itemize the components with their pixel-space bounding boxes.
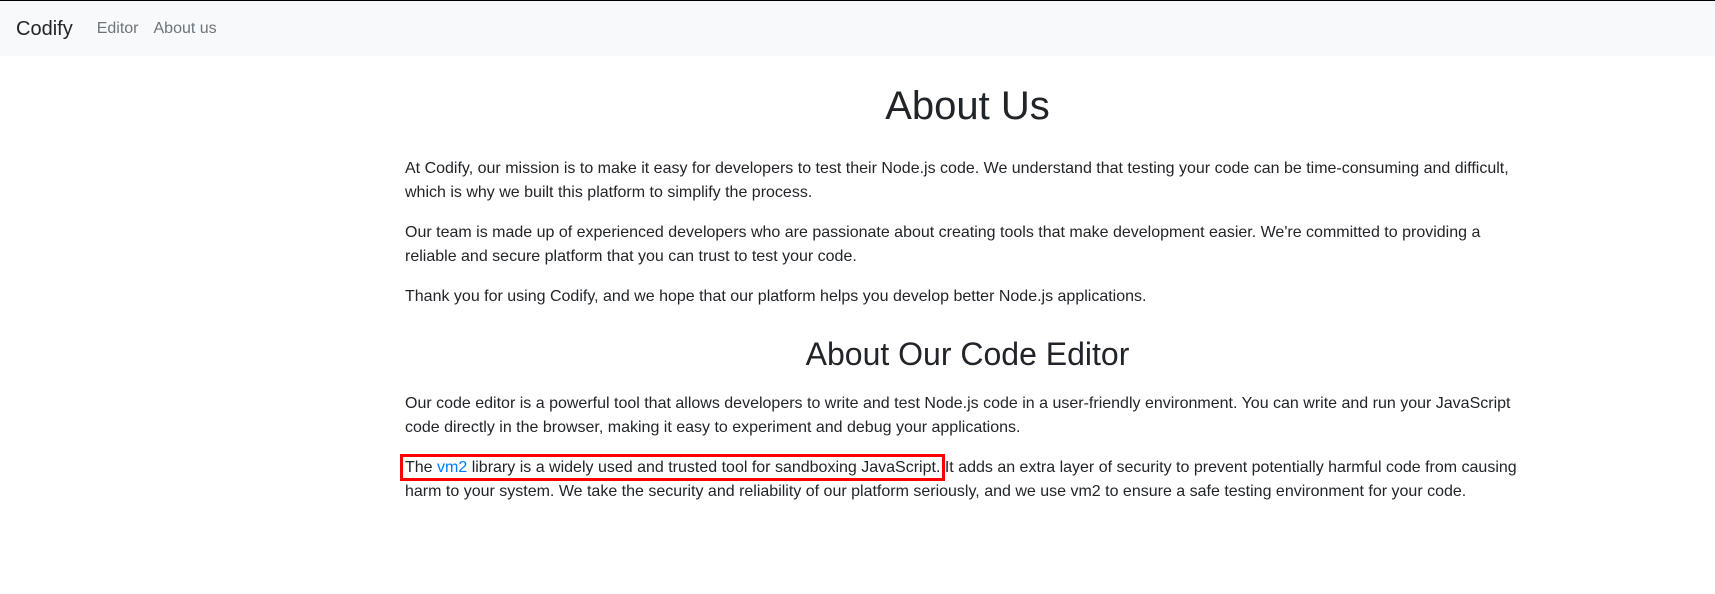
thanks-paragraph: Thank you for using Codify, and we hope … bbox=[405, 288, 1147, 305]
page-title: About Us bbox=[885, 84, 1050, 128]
vm2-prefix-text: The bbox=[405, 459, 438, 477]
navbar: Codify Editor About us bbox=[0, 1, 1715, 56]
vm2-paragraph: The vm2 library is a widely used and tru… bbox=[399, 454, 1530, 504]
main-content: About Us At Codify, our mission is to ma… bbox=[399, 56, 1530, 504]
nav-link-about-us[interactable]: About us bbox=[154, 20, 217, 37]
vm2-highlight-text: library is a widely used and trusted too… bbox=[467, 459, 941, 477]
highlighted-sentence: The vm2 library is a widely used and tru… bbox=[399, 454, 946, 482]
brand-link[interactable]: Codify bbox=[16, 19, 73, 39]
editor-paragraph: Our code editor is a powerful tool that … bbox=[405, 395, 1511, 437]
nav-link-editor[interactable]: Editor bbox=[97, 20, 139, 37]
mission-paragraph: At Codify, our mission is to make it eas… bbox=[405, 160, 1509, 201]
team-paragraph: Our team is made up of experienced devel… bbox=[405, 224, 1481, 265]
nav-links: Editor About us bbox=[97, 20, 217, 37]
vm2-link[interactable]: vm2 bbox=[437, 459, 467, 476]
editor-section-title: About Our Code Editor bbox=[805, 336, 1130, 372]
